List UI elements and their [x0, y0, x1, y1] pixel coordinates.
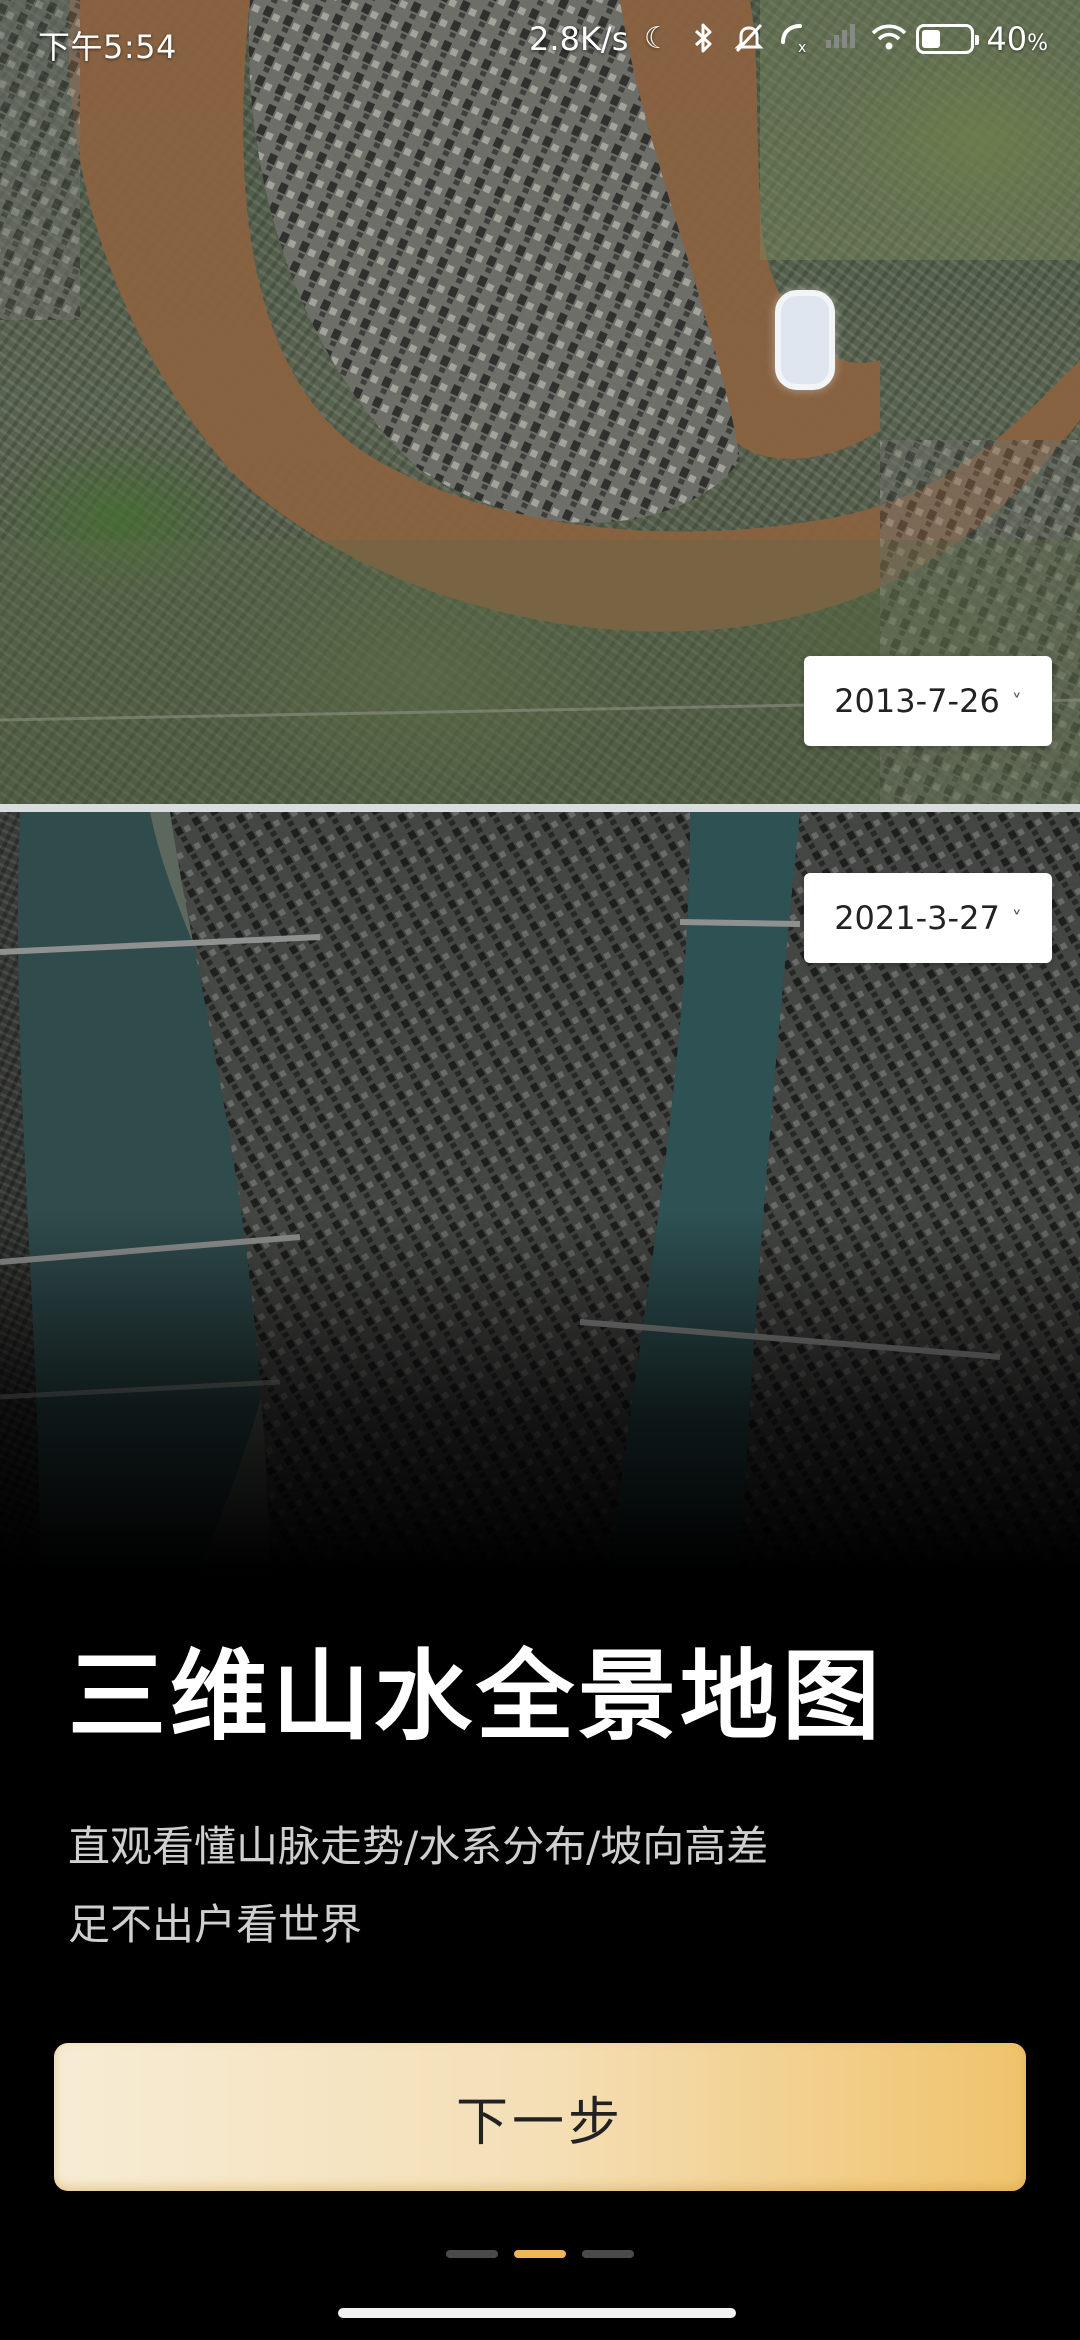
- date-select-top-value: 2013-7-26: [834, 682, 1000, 720]
- battery-icon: [916, 24, 980, 54]
- battery-percentage: 40%: [986, 20, 1048, 58]
- network-speed: 2.8K/s: [529, 20, 629, 58]
- bluetooth-icon: [686, 22, 720, 56]
- onboarding-screen: 下午5:54 2.8K/s ☾ x 40% 2013-7-26 ˅ 2021-3…: [0, 0, 1080, 2340]
- status-time: 下午5:54: [38, 28, 177, 66]
- signal-icon: [824, 22, 858, 56]
- battery-fill: [922, 30, 941, 48]
- status-icons: 2.8K/s ☾ x 40%: [529, 20, 1048, 58]
- date-select-bottom-value: 2021-3-27: [834, 899, 1000, 937]
- moon-icon: ☾: [643, 21, 671, 56]
- date-select-bottom[interactable]: 2021-3-27 ˅: [804, 873, 1052, 963]
- home-indicator[interactable]: [338, 2308, 736, 2318]
- next-button[interactable]: 下一步: [54, 2043, 1026, 2191]
- wifi-icon: [870, 22, 907, 56]
- page-indicator: [0, 2250, 1080, 2258]
- page-dot: [582, 2250, 634, 2258]
- compare-divider[interactable]: [0, 804, 1080, 812]
- mute-bell-icon: [732, 22, 766, 56]
- page-dot: [446, 2250, 498, 2258]
- subtitle-line-1: 直观看懂山脉走势/水系分布/坡向高差: [68, 1822, 769, 1871]
- call-icon: x: [778, 22, 812, 56]
- page-subtitle: 直观看懂山脉走势/水系分布/坡向高差 足不出户看世界: [68, 1808, 768, 1964]
- battery-unit: %: [1027, 31, 1048, 56]
- svg-text:x: x: [798, 40, 806, 54]
- date-select-top[interactable]: 2013-7-26 ˅: [804, 656, 1052, 746]
- battery-value: 40: [986, 20, 1028, 58]
- page-title: 三维山水全景地图: [68, 1640, 885, 1754]
- stadium-landmark: [775, 290, 835, 390]
- image-fade-overlay: [0, 1212, 1080, 1572]
- status-bar: 下午5:54 2.8K/s ☾ x 40%: [0, 0, 1080, 92]
- page-dot-active: [514, 2250, 566, 2258]
- chevron-down-icon: ˅: [1011, 907, 1022, 931]
- chevron-down-icon: ˅: [1011, 690, 1022, 714]
- subtitle-line-2: 足不出户看世界: [68, 1900, 363, 1949]
